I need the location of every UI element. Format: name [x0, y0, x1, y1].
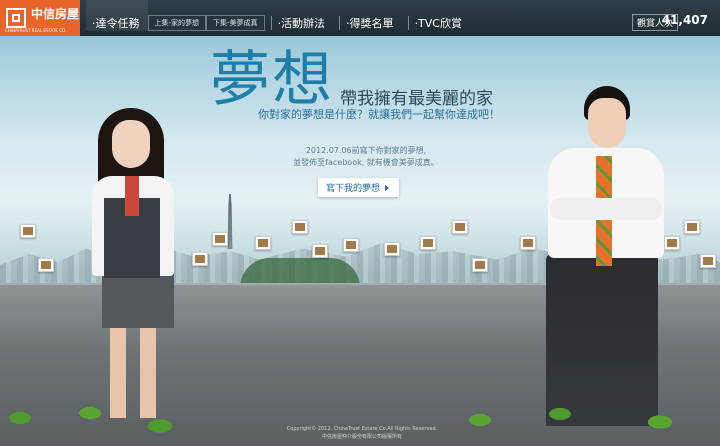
dream-photo-thumbnail[interactable]: [452, 220, 468, 234]
arrow-right-icon: [385, 185, 390, 191]
hero-subtitle: 你對家的夢想是什麼？就讓我們一起幫你達成吧！: [258, 108, 500, 121]
dream-photo-thumbnail[interactable]: [192, 252, 208, 266]
nav-item-winners[interactable]: ‧得獎名單: [340, 0, 402, 31]
nav-item-darling-mission[interactable]: ‧達令任務: [86, 0, 148, 31]
dream-photo-thumbnail[interactable]: [384, 242, 400, 256]
top-navigation-bar: 中信房屋 CHINATRUST REAL ESTATE CO. ‧達令任務 上集…: [0, 0, 720, 36]
write-dream-button[interactable]: 寫下我的夢想: [318, 178, 400, 197]
copyright-chinese: 中信房屋仲介股份有限公司版權所有: [321, 434, 402, 440]
brand-logo[interactable]: 中信房屋 CHINATRUST REAL ESTATE CO.: [0, 0, 80, 36]
copyright-notice: Copyright© 2012. ChinaTrust Estate Co,Al…: [262, 425, 462, 441]
dream-photo-thumbnail[interactable]: [343, 238, 359, 252]
dream-photo-thumbnail[interactable]: [700, 254, 716, 268]
logo-english-name: CHINATRUST REAL ESTATE CO.: [5, 28, 67, 33]
event-info-line-2: 並發佈至facebook, 就有機會美夢成真。: [293, 158, 439, 167]
dream-photo-thumbnail[interactable]: [684, 220, 700, 234]
dream-photo-thumbnail[interactable]: [420, 236, 436, 250]
woman-bow-tie: [125, 176, 139, 216]
copyright-english: Copyright© 2012. ChinaTrust Estate Co,Al…: [286, 426, 438, 432]
event-info-line-1: 2012.07.06前寫下你對家的夢想,: [305, 146, 427, 155]
event-info: 2012.07.06前寫下你對家的夢想, 並發佈至facebook, 就有機會美…: [246, 145, 486, 169]
man-face: [588, 98, 626, 148]
logo-icon: [6, 8, 26, 28]
dream-photo-thumbnail[interactable]: [520, 236, 536, 250]
man-figure: [538, 86, 668, 426]
dream-photo-thumbnail[interactable]: [20, 224, 36, 238]
write-dream-label: 寫下我的夢想: [326, 184, 381, 194]
nav-item-rules[interactable]: ‧活動辦法: [272, 0, 334, 31]
hero-title: 夢想: [210, 45, 334, 115]
dream-photo-thumbnail[interactable]: [255, 236, 271, 250]
scene-background: 中信房屋 CHINATRUST REAL ESTATE CO. ‧達令任務 上集…: [0, 0, 720, 446]
main-navigation: ‧達令任務 上集-家的夢想 下集-美夢成真 ‧活動辦法 ‧得獎名單 ‧TVC欣賞: [86, 0, 470, 36]
logo-chinese-name: 中信房屋: [31, 7, 80, 21]
subnav-item-part-2[interactable]: 下集-美夢成真: [206, 15, 265, 31]
subnav-item-part-1[interactable]: 上集-家的夢想: [147, 15, 207, 31]
nav-item-tvc[interactable]: ‧TVC欣賞: [409, 0, 470, 31]
man-crossed-arms: [550, 198, 662, 220]
subnav-episodes: 上集-家的夢想 下集-美夢成真: [147, 15, 265, 31]
dream-photo-thumbnail[interactable]: [312, 244, 328, 258]
visitor-count-value: 41,407: [661, 13, 708, 27]
dream-photo-thumbnail[interactable]: [292, 220, 308, 234]
woman-face: [112, 120, 150, 168]
dream-photo-thumbnail[interactable]: [472, 258, 488, 272]
dream-photo-thumbnail[interactable]: [38, 258, 54, 272]
dream-photo-thumbnail[interactable]: [212, 232, 228, 246]
